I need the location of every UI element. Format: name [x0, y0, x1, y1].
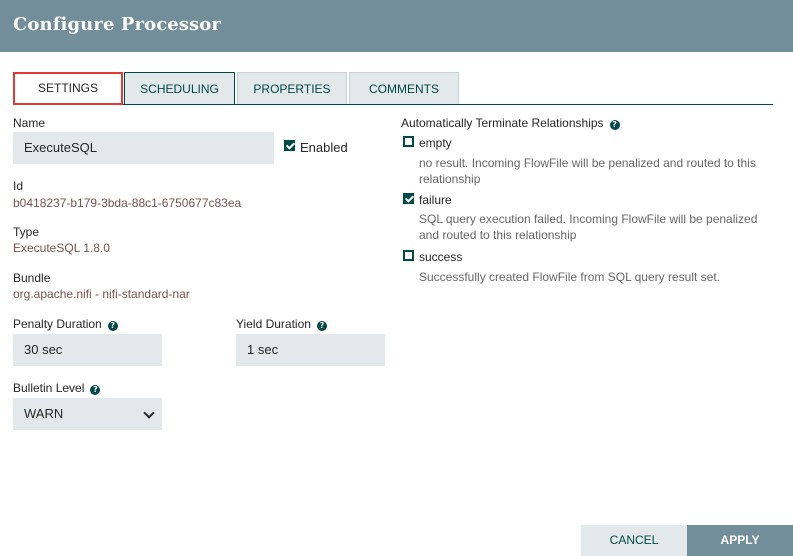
chevron-down-icon [143, 407, 155, 419]
penalty-duration-label-text: Penalty Duration [13, 317, 102, 331]
bulletin-level-select[interactable]: WARN [13, 398, 162, 430]
id-label: Id [13, 179, 24, 193]
help-icon[interactable]: ? [90, 385, 101, 395]
tab-scheduling[interactable]: SCHEDULING [124, 72, 235, 104]
enabled-label: Enabled [300, 140, 348, 155]
name-input[interactable]: ExecuteSQL [13, 132, 274, 164]
tab-bar: SETTINGS SCHEDULING PROPERTIES COMMENTS [13, 72, 773, 105]
penalty-duration-label: Penalty Duration? [13, 317, 118, 331]
relationship-empty-name: empty [419, 136, 452, 150]
relationship-empty-description: no result. Incoming FlowFile will be pen… [419, 156, 756, 186]
tab-settings[interactable]: SETTINGS [13, 72, 123, 105]
apply-button[interactable]: APPLY [687, 525, 793, 556]
relationship-empty-checkbox[interactable] [403, 136, 414, 147]
penalty-duration-input[interactable]: 30 sec [13, 334, 162, 366]
help-icon[interactable]: ? [609, 120, 620, 130]
bulletin-level-value: WARN [24, 406, 64, 421]
bundle-value: org.apache.nifi - nifi-standard-nar [13, 287, 190, 301]
bulletin-level-label-text: Bulletin Level [13, 381, 85, 395]
yield-duration-label: Yield Duration? [236, 317, 327, 331]
relationship-success-name: success [419, 250, 463, 264]
relationship-failure-name: failure [419, 193, 452, 207]
bundle-label: Bundle [13, 271, 51, 285]
tab-properties[interactable]: PROPERTIES [237, 72, 347, 104]
help-icon[interactable]: ? [107, 321, 118, 331]
name-label: Name [13, 116, 46, 130]
relationships-title: Automatically Terminate Relationships? [401, 116, 620, 130]
dialog-title: Configure Processor [13, 14, 221, 35]
id-value: b0418237-b179-3bda-88c1-6750677c83ea [13, 196, 242, 210]
type-value: ExecuteSQL 1.8.0 [13, 241, 110, 255]
relationship-success-description: Successfully created FlowFile from SQL q… [419, 270, 720, 284]
relationship-success-checkbox[interactable] [403, 250, 414, 261]
relationships-title-text: Automatically Terminate Relationships [401, 116, 604, 130]
relationship-failure-description: SQL query execution failed. Incoming Flo… [419, 212, 758, 242]
tab-comments[interactable]: COMMENTS [349, 72, 459, 104]
yield-duration-input[interactable]: 1 sec [236, 334, 385, 366]
yield-duration-label-text: Yield Duration [236, 317, 311, 331]
type-label: Type [13, 225, 40, 239]
dialog-header: Configure Processor [0, 0, 793, 52]
help-icon[interactable]: ? [316, 321, 327, 331]
enabled-checkbox[interactable] [284, 140, 295, 151]
cancel-button[interactable]: CANCEL [581, 525, 687, 556]
relationship-failure-checkbox[interactable] [403, 193, 414, 204]
bulletin-level-label: Bulletin Level? [13, 381, 101, 395]
